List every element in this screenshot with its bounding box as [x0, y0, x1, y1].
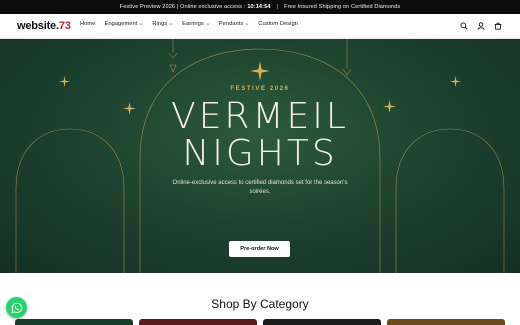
nav-item-engagement[interactable]: Engagement	[104, 21, 143, 27]
chevron-down-icon	[245, 23, 249, 25]
hero-eyebrow: FESTIVE 2026	[230, 86, 290, 92]
category-cards	[0, 319, 520, 325]
countdown-timer: 10:14:54	[247, 4, 271, 10]
hero-title-line2: NIGHTS	[182, 133, 338, 174]
category-card[interactable]	[15, 319, 133, 325]
nav-icons	[460, 22, 502, 30]
announcement-separator: |	[276, 4, 279, 10]
nav-item-home[interactable]: Home	[80, 21, 95, 27]
nav-item-pendants[interactable]: Pendants	[219, 21, 250, 27]
category-card[interactable]	[139, 319, 257, 325]
nav-menu: Home Engagement Rings Earrings Pendants …	[80, 21, 307, 27]
user-icon[interactable]	[477, 22, 485, 30]
shipping-text: Free Insured Shipping on Certified Diamo…	[284, 4, 401, 10]
hero-banner: FESTIVE 2026 VERMEIL NIGHTS Online-exclu…	[0, 39, 520, 273]
hero-description: Online-exclusive access to certified dia…	[172, 180, 348, 195]
sparkle-icon	[250, 61, 270, 81]
category-card[interactable]	[387, 319, 505, 325]
pre-order-button[interactable]: Pre-order Now	[229, 241, 290, 257]
chevron-down-icon	[206, 23, 210, 25]
site-logo[interactable]: website.73	[17, 20, 71, 32]
nav-item-rings[interactable]: Rings	[152, 21, 173, 27]
category-card[interactable]	[263, 319, 381, 325]
announcement-bar: Festive Preview 2026 | Online exclusive …	[0, 0, 520, 14]
chevron-down-icon	[139, 23, 143, 25]
chevron-down-icon	[169, 23, 173, 25]
hero-title-line1: VERMEIL	[171, 96, 349, 137]
nav-item-custom-design[interactable]: Custom Design	[258, 21, 298, 27]
nav-item-earrings[interactable]: Earrings	[182, 21, 210, 27]
cart-icon[interactable]	[494, 22, 502, 30]
main-nav: website.73 Home Engagement Rings Earring…	[0, 14, 520, 39]
section-title: Shop By Category	[211, 297, 309, 311]
announcement-text: Festive Preview 2026 | Online exclusive …	[119, 4, 246, 10]
search-icon[interactable]	[460, 22, 468, 30]
whatsapp-button[interactable]	[6, 297, 27, 318]
whatsapp-icon	[11, 302, 22, 313]
